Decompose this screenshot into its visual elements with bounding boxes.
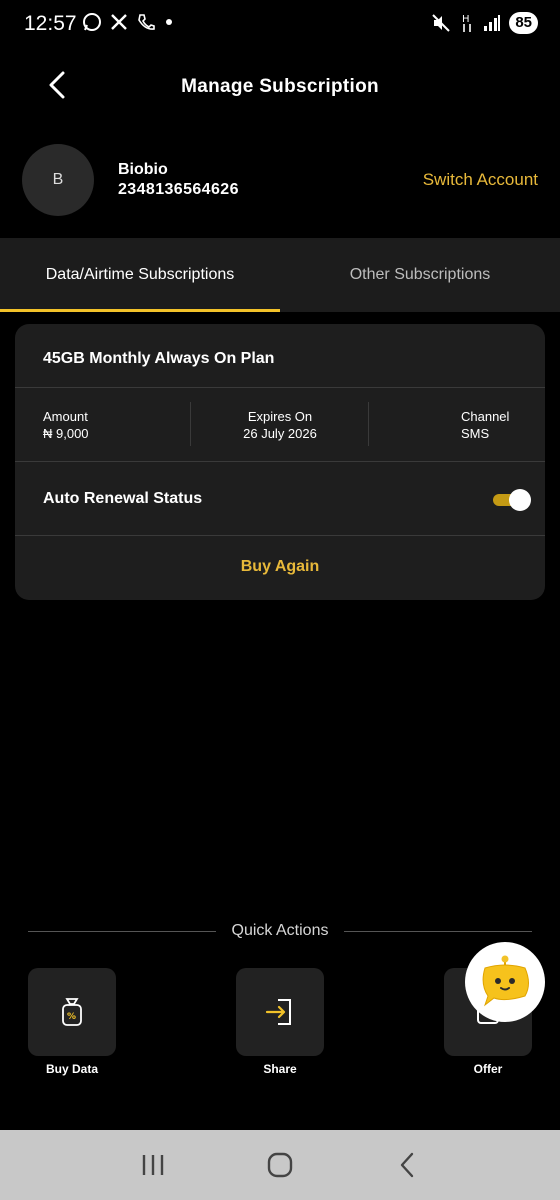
back-icon: [400, 1152, 413, 1178]
mute-icon: [432, 14, 451, 32]
expires-label: Expires On: [247, 409, 313, 424]
subscription-card: 45GB Monthly Always On Plan Amount ₦ 9,0…: [15, 324, 545, 600]
share-button[interactable]: [236, 968, 324, 1056]
status-time: 12:57: [24, 12, 77, 35]
divider: [344, 931, 532, 932]
expires-column: Expires On 26 July 2026: [190, 408, 370, 442]
data-bag-icon: %: [62, 998, 82, 1026]
buy-data-button[interactable]: %: [28, 968, 116, 1056]
recents-icon: [143, 1155, 164, 1175]
whatsapp-icon: [83, 13, 101, 31]
battery-indicator: 85: [509, 12, 538, 34]
amount-column: Amount ₦ 9,000: [43, 408, 89, 442]
auto-renewal-toggle[interactable]: [493, 488, 531, 511]
chatbot-icon: [482, 955, 529, 1007]
network-h-icon: H: [462, 14, 472, 32]
chatbot-button[interactable]: [465, 942, 545, 1022]
page-title: Manage Subscription: [181, 76, 379, 97]
divider: [15, 387, 545, 388]
column-divider: [368, 402, 369, 446]
account-name: Biobio: [118, 161, 168, 178]
wifi-call-icon: [138, 14, 155, 30]
avatar: B: [22, 144, 94, 216]
divider: [15, 461, 545, 462]
back-nav-button[interactable]: [385, 1143, 429, 1187]
tab-other-subscriptions[interactable]: Other Subscriptions: [280, 238, 560, 312]
amount-label: Amount: [43, 409, 88, 424]
active-tab-indicator: [0, 309, 280, 312]
home-button[interactable]: [258, 1143, 302, 1187]
offer-label: Offer: [473, 1062, 503, 1076]
dot-icon: [166, 19, 172, 25]
amount-value: ₦ 9,000: [43, 426, 89, 441]
subscription-tabs: Data/Airtime Subscriptions Other Subscri…: [0, 238, 560, 312]
recents-button[interactable]: [131, 1143, 175, 1187]
share-arrow-icon: [265, 999, 291, 1025]
buy-data-label: Buy Data: [45, 1062, 98, 1076]
plan-name: 45GB Monthly Always On Plan: [43, 350, 275, 367]
x-icon: [111, 14, 127, 30]
channel-column: Channel SMS: [461, 408, 509, 442]
buy-again-button[interactable]: Buy Again: [15, 558, 545, 576]
signal-icon: [484, 15, 501, 31]
tab-label: Data/Airtime Subscriptions: [45, 266, 235, 283]
switch-account-link[interactable]: Switch Account: [423, 170, 538, 190]
tab-data-airtime[interactable]: Data/Airtime Subscriptions: [0, 238, 280, 312]
status-bar: 12:57 H 85: [0, 0, 560, 48]
system-nav-bar: [0, 1130, 560, 1200]
channel-value: SMS: [461, 426, 490, 441]
svg-text:H: H: [462, 14, 470, 25]
tab-label: Other Subscriptions: [349, 266, 491, 283]
divider: [15, 535, 545, 536]
channel-label: Channel: [461, 409, 510, 424]
account-number: 2348136564626: [118, 181, 239, 198]
expires-value: 26 July 2026: [243, 426, 317, 441]
share-label: Share: [263, 1062, 297, 1076]
svg-text:%: %: [67, 1012, 76, 1022]
home-icon: [267, 1152, 293, 1178]
auto-renewal-label: Auto Renewal Status: [43, 490, 203, 507]
